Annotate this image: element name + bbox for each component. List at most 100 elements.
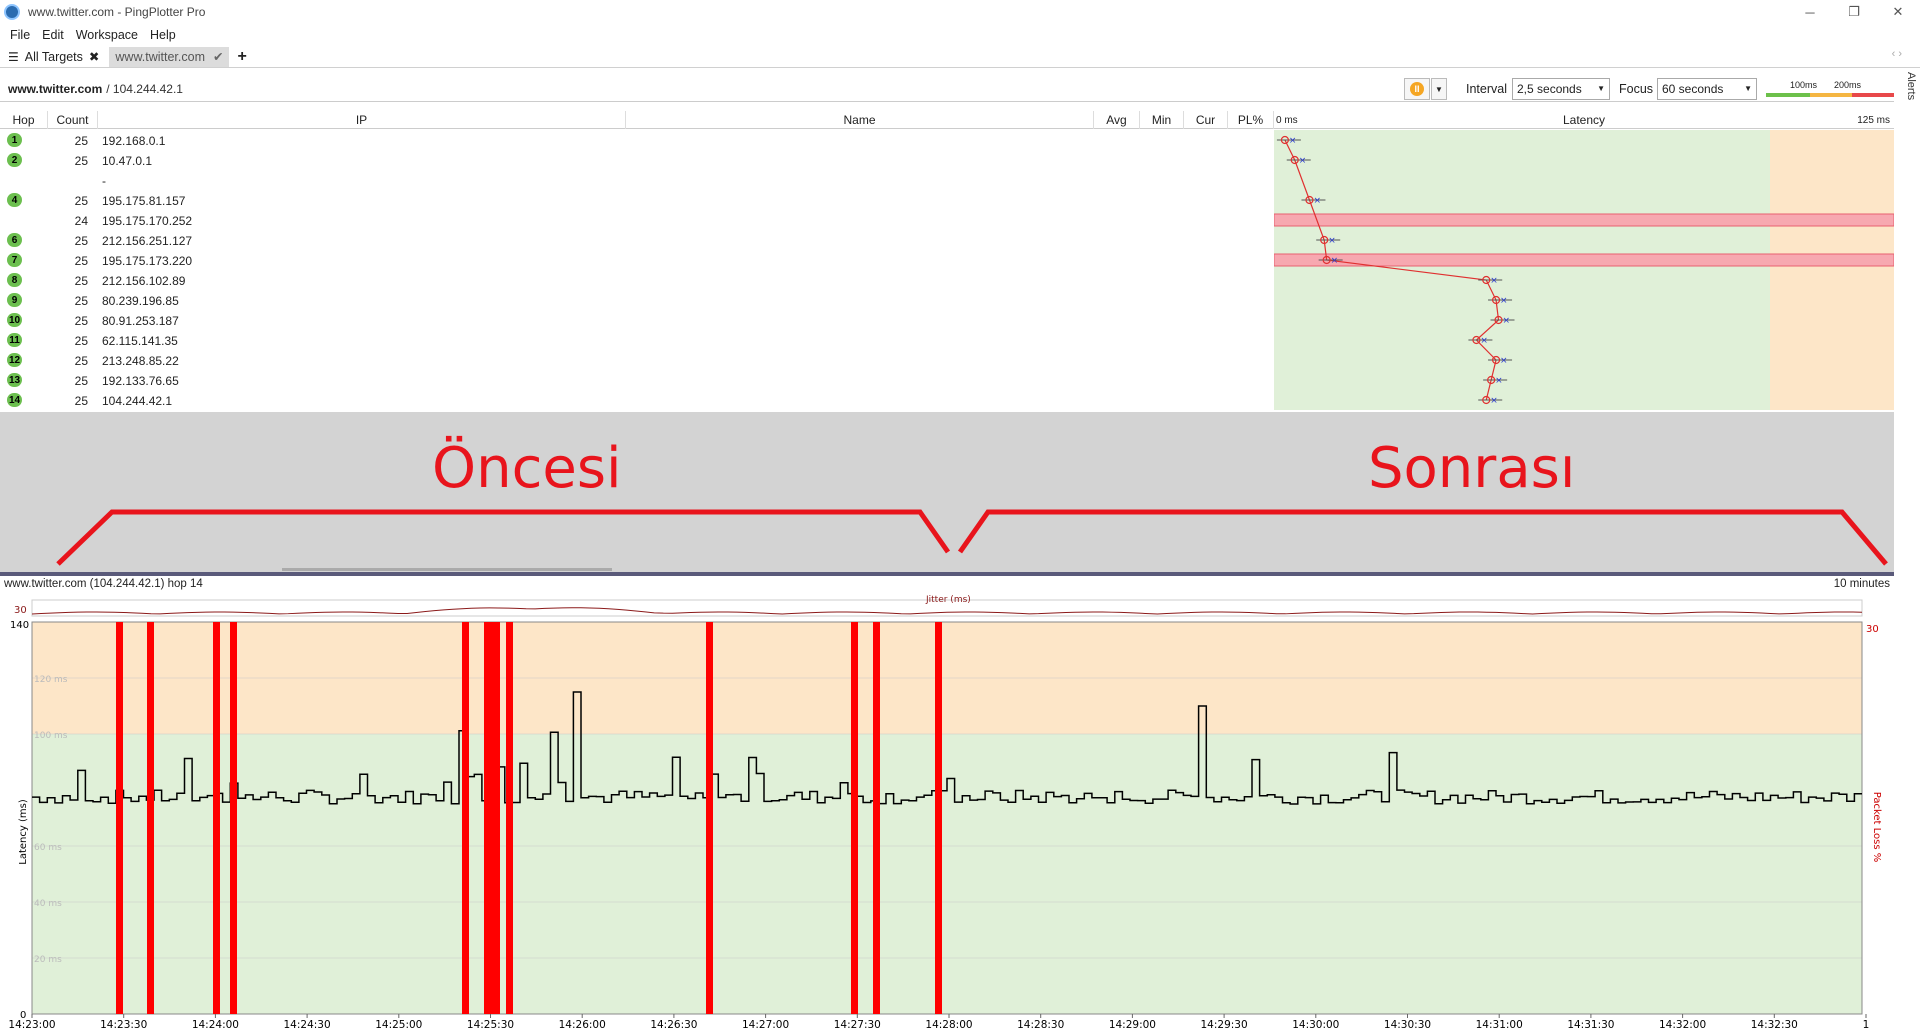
table-row[interactable]: 8 25 212.156.102.89: [0, 270, 1274, 290]
close-window-button[interactable]: ✕: [1876, 0, 1920, 24]
restore-button[interactable]: ❐: [1832, 0, 1876, 24]
table-row[interactable]: 13 25 192.133.76.65: [0, 370, 1274, 390]
menu-workspace[interactable]: Workspace: [70, 28, 144, 42]
hop-ip: -: [102, 174, 106, 188]
hop-count: 25: [74, 154, 88, 168]
chevron-down-icon: ▼: [1744, 84, 1752, 93]
latency-cur-marker: ×: [1500, 296, 1508, 306]
menu-edit[interactable]: Edit: [36, 28, 70, 42]
menu-file[interactable]: File: [4, 28, 36, 42]
legend-orange: [1810, 93, 1852, 97]
col-ip[interactable]: IP: [98, 111, 626, 129]
hop-number: 11: [7, 333, 22, 347]
table-row[interactable]: 14 25 104.244.42.1: [0, 390, 1274, 410]
table-row[interactable]: 7 25 195.175.173.220: [0, 250, 1274, 270]
col-latency[interactable]: 0 ms Latency 125 ms: [1274, 111, 1894, 129]
table-row[interactable]: 10 25 80.91.253.187: [0, 310, 1274, 330]
menu-help[interactable]: Help: [144, 28, 182, 42]
hop-ip: 192.133.76.65: [102, 374, 179, 388]
legend-red: [1852, 93, 1894, 97]
tab-twitter[interactable]: www.twitter.com ✔: [109, 46, 230, 67]
hop-count: 25: [74, 394, 88, 408]
hop-number: 2: [7, 153, 22, 167]
table-row[interactable]: 24 195.175.170.252: [0, 210, 1274, 230]
col-pl[interactable]: PL%: [1228, 111, 1274, 129]
x-label: 14:29:30: [1201, 1019, 1248, 1031]
title-bar: www.twitter.com - PingPlotter Pro ─ ❐ ✕: [0, 0, 1920, 24]
col-name[interactable]: Name: [626, 111, 1094, 129]
col-count[interactable]: Count: [48, 111, 98, 129]
hop-count: 25: [74, 294, 88, 308]
pause-dropdown[interactable]: ▼: [1431, 78, 1447, 100]
hamburger-icon[interactable]: ☰: [8, 50, 19, 64]
tab-scroll-arrows[interactable]: ‹ ›: [1892, 48, 1902, 60]
grid-label: 120 ms: [34, 675, 68, 685]
hop-count: 25: [74, 254, 88, 268]
col-hop[interactable]: Hop: [0, 111, 48, 129]
focus-select[interactable]: 60 seconds ▼: [1657, 78, 1757, 100]
table-row[interactable]: 2 25 10.47.0.1: [0, 150, 1274, 170]
hop-number: 14: [7, 393, 22, 407]
tab-twitter-label: www.twitter.com: [115, 49, 205, 64]
hop-ip: 192.168.0.1: [102, 134, 166, 148]
focus-label: Focus: [1619, 82, 1654, 96]
table-row[interactable]: 1 25 192.168.0.1: [0, 130, 1274, 150]
annotation-brackets: [56, 509, 1888, 571]
tab-all-targets[interactable]: All Targets ✖: [19, 47, 106, 67]
x-label: 14:28:00: [925, 1019, 972, 1031]
table-row[interactable]: 4 25 195.175.81.157: [0, 190, 1274, 210]
x-label: 14:26:30: [650, 1019, 697, 1031]
latency-cur-marker: ×: [1299, 156, 1307, 166]
hop-count: 24: [74, 214, 88, 228]
packet-loss-row: [1274, 213, 1894, 227]
col-min[interactable]: Min: [1140, 111, 1184, 129]
x-label: 14:32:30: [1751, 1019, 1798, 1031]
packet-loss-bar: [506, 622, 513, 1014]
add-tab-button[interactable]: +: [237, 48, 246, 66]
y-max-label: 140: [10, 620, 29, 631]
hop-number: 4: [7, 193, 22, 207]
table-row[interactable]: -: [0, 170, 1274, 190]
latency-cur-marker: ×: [1480, 336, 1488, 346]
table-row[interactable]: 9 25 80.239.196.85: [0, 290, 1274, 310]
interval-label: Interval: [1466, 82, 1507, 96]
col-avg[interactable]: Avg: [1094, 111, 1140, 129]
hop-count: 25: [74, 134, 88, 148]
x-label: 14:25:00: [375, 1019, 422, 1031]
grid-label: 100 ms: [34, 731, 68, 741]
latency-ok-zone: [1274, 130, 1770, 410]
latency-header-label: Latency: [1562, 113, 1606, 127]
target-toolbar: www.twitter.com / 104.244.42.1 II ▼ Inte…: [0, 76, 1894, 102]
x-label: 14:28:30: [1017, 1019, 1064, 1031]
close-tab-icon[interactable]: ✖: [89, 49, 99, 64]
grid-label: 20 ms: [34, 955, 62, 965]
interval-value: 2,5 seconds: [1517, 82, 1582, 96]
hop-count: 25: [74, 274, 88, 288]
packet-loss-bar: [230, 622, 237, 1014]
graph-range[interactable]: 10 minutes: [1834, 578, 1890, 590]
hop-ip: 212.156.251.127: [102, 234, 193, 248]
ok-zone: [32, 734, 1862, 1014]
hop-number: 1: [7, 133, 22, 147]
hop-count: 25: [74, 334, 88, 348]
menu-bar: File Edit Workspace Help: [0, 24, 1920, 46]
splitter-bar[interactable]: [0, 572, 1894, 576]
x-label: 14:32:00: [1659, 1019, 1706, 1031]
alerts-side-tab[interactable]: Alerts: [1897, 72, 1917, 100]
minimize-button[interactable]: ─: [1788, 0, 1832, 24]
grid-label: 60 ms: [34, 843, 62, 853]
interval-select[interactable]: 2,5 seconds ▼: [1512, 78, 1610, 100]
col-cur[interactable]: Cur: [1184, 111, 1228, 129]
hop-count: 25: [74, 374, 88, 388]
horizontal-scrollbar[interactable]: [282, 568, 612, 571]
latency-cur-marker: ×: [1331, 256, 1339, 266]
table-row[interactable]: 12 25 213.248.85.22: [0, 350, 1274, 370]
latency-cur-marker: ×: [1503, 316, 1511, 326]
before-bracket: [56, 509, 951, 566]
table-row[interactable]: 6 25 212.156.251.127: [0, 230, 1274, 250]
jitter-max-left: 30: [14, 605, 27, 616]
table-row[interactable]: 11 25 62.115.141.35: [0, 330, 1274, 350]
pause-button[interactable]: II: [1404, 78, 1430, 100]
hop-ip: 104.244.42.1: [102, 394, 173, 408]
x-label: 14:24:00: [192, 1019, 239, 1031]
